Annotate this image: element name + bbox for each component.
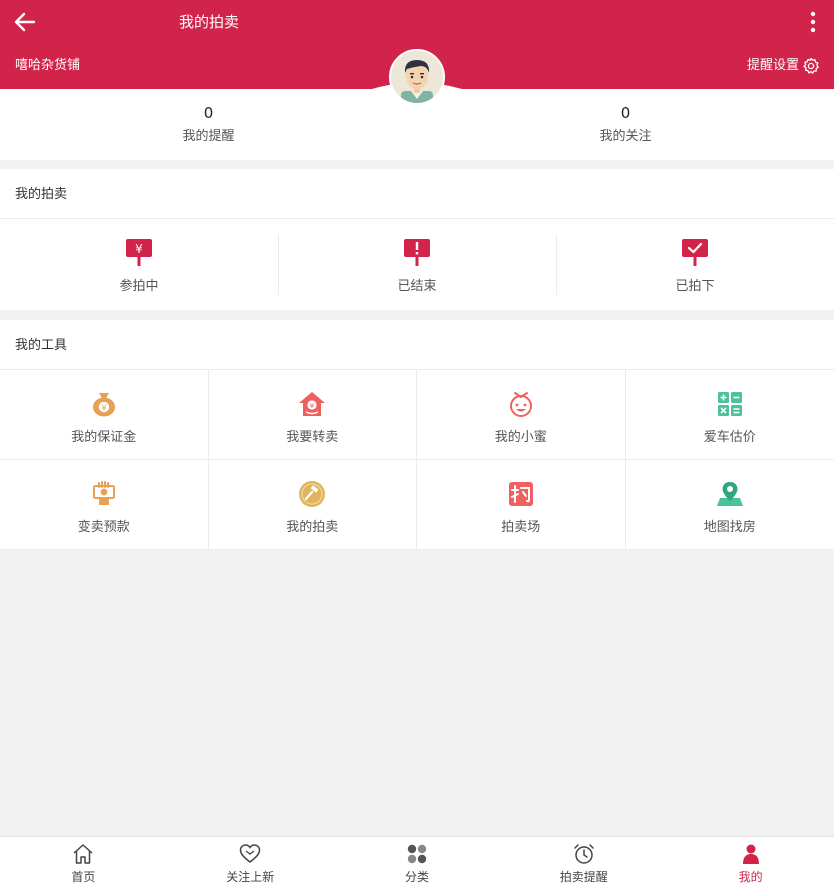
section-title: 我的工具 (0, 320, 834, 370)
tool-my-auction[interactable]: 我的拍卖 (208, 460, 417, 550)
hand-money-icon (92, 481, 115, 505)
avatar[interactable] (389, 49, 445, 105)
tool-label: 地图找房 (703, 520, 756, 535)
tool-car-valuation[interactable]: 爱车估价 (625, 370, 834, 460)
tool-label: 拍卖场 (501, 520, 541, 535)
stat-label: 我的提醒 (182, 129, 235, 144)
gavel-coin-icon (299, 481, 326, 507)
bottom-tab-bar: 首页 关注上新 分类 拍卖提醒 我的 (0, 836, 834, 889)
money-bag-icon: ¥ (92, 393, 115, 417)
house-resell-icon: ¥ (299, 392, 326, 416)
exclamation-sign-icon (404, 239, 430, 266)
tab-label: 首页 (71, 870, 96, 884)
svg-text:¥: ¥ (135, 242, 143, 256)
more-options-icon[interactable] (806, 10, 820, 34)
stat-reminders[interactable]: 0 我的提醒 (0, 89, 417, 160)
tab-follow-new[interactable]: 关注上新 (167, 837, 334, 889)
map-pin-icon (716, 482, 743, 506)
auction-label: 参拍中 (119, 279, 159, 294)
heart-icon (239, 844, 261, 863)
my-auction-section: 我的拍卖 ¥ 参拍中 已结束 已拍下 (0, 169, 834, 310)
tool-assistant[interactable]: 我的小蜜 (417, 370, 626, 460)
my-tools-section: 我的工具 ¥ 我的保证金 ¥ 我要转卖 我的小蜜 爱车估价 变卖预款 我的拍卖 … (0, 320, 834, 550)
assistant-face-icon (509, 392, 532, 417)
tab-label: 关注上新 (226, 870, 275, 884)
tool-map-search[interactable]: 地图找房 (625, 460, 834, 550)
tool-auction-hall[interactable]: 拍卖场 (417, 460, 626, 550)
gear-icon (803, 57, 819, 74)
check-sign-icon (682, 239, 708, 266)
user-avatar-illustration (391, 51, 443, 103)
svg-text:¥: ¥ (101, 404, 106, 413)
tool-label: 我的小蜜 (494, 430, 547, 445)
calculator-icon (717, 392, 742, 416)
user-icon (742, 844, 759, 864)
auction-label: 已结束 (397, 279, 437, 294)
tool-label: 我要转卖 (286, 430, 339, 445)
back-arrow-icon[interactable] (12, 9, 38, 35)
tab-home[interactable]: 首页 (0, 837, 167, 889)
auction-won[interactable]: 已拍下 (556, 219, 834, 310)
tool-sale-prepayment[interactable]: 变卖预款 (0, 460, 209, 550)
tool-resell[interactable]: ¥ 我要转卖 (208, 370, 417, 460)
tool-label: 变卖预款 (77, 520, 130, 535)
svg-text:¥: ¥ (310, 402, 315, 410)
shop-name: 嘻哈杂货铺 (15, 58, 81, 73)
stat-label: 我的关注 (599, 129, 652, 144)
tab-label: 分类 (404, 870, 429, 884)
tab-label: 拍卖提醒 (559, 870, 608, 884)
stat-count: 0 (620, 104, 631, 122)
auction-ended[interactable]: 已结束 (278, 219, 556, 310)
tool-label: 我的保证金 (71, 430, 137, 445)
auction-label: 已拍下 (675, 279, 715, 294)
home-icon (73, 844, 93, 864)
page-title: 我的拍卖 (179, 13, 240, 31)
auction-bidding[interactable]: ¥ 参拍中 (0, 219, 278, 310)
tab-category[interactable]: 分类 (334, 837, 501, 889)
stat-count: 0 (203, 104, 214, 122)
tool-label: 我的拍卖 (286, 520, 339, 535)
tool-deposit[interactable]: ¥ 我的保证金 (0, 370, 209, 460)
remind-settings-label: 提醒设置 (746, 58, 799, 73)
alarm-clock-icon (574, 844, 594, 864)
yen-sign-icon: ¥ (126, 239, 152, 266)
tool-label: 爱车估价 (703, 430, 756, 445)
tab-auction-reminder[interactable]: 拍卖提醒 (500, 837, 667, 889)
section-title: 我的拍卖 (0, 169, 834, 219)
remind-settings-button[interactable]: 提醒设置 (747, 55, 820, 77)
tab-label: 我的 (738, 870, 763, 884)
stat-follows[interactable]: 0 我的关注 (417, 89, 834, 160)
category-icon (407, 844, 427, 864)
tab-mine[interactable]: 我的 (667, 837, 834, 889)
auction-hall-icon (508, 482, 533, 506)
